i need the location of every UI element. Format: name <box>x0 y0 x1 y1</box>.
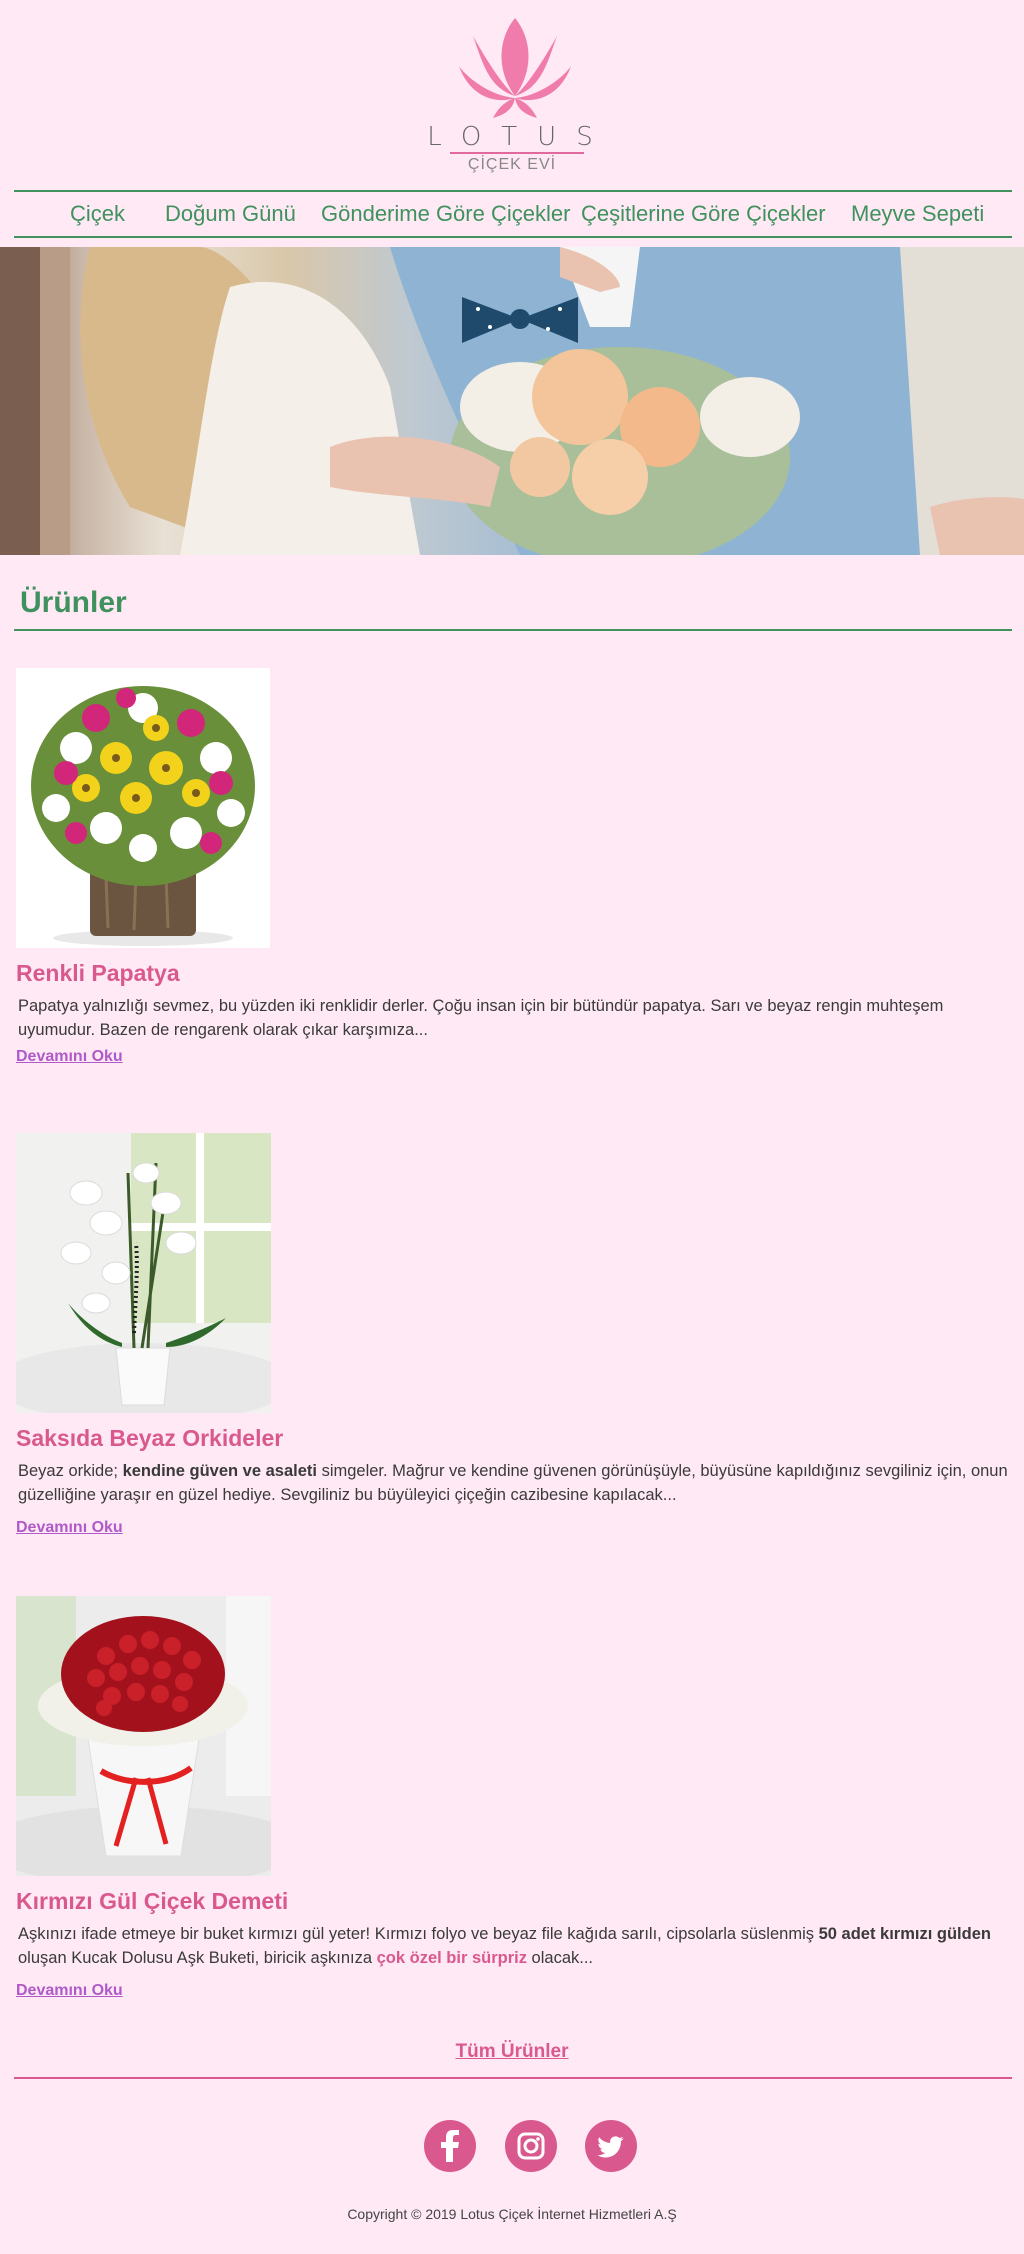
product-title[interactable]: Saksıda Beyaz Orkideler <box>16 1425 283 1452</box>
nav-item-gonderime-gore[interactable]: Gönderime Göre Çiçekler <box>321 201 570 227</box>
facebook-icon[interactable] <box>424 2120 476 2172</box>
read-more-link[interactable]: Devamını Oku <box>16 1048 123 1066</box>
product-description-bold: 50 adet kırmızı gülden <box>818 1925 991 1943</box>
product-description-text: oluşan Kucak Dolusu Aşk Buketi, biricik … <box>18 1949 377 1967</box>
logo-subtitle: ÇİÇEK EVİ <box>467 156 557 173</box>
product-description-text: Papatya yalnızlığı sevmez, bu yüzden iki… <box>18 997 944 1039</box>
footer-divider <box>14 2077 1012 2079</box>
read-more-link[interactable]: Devamını Oku <box>16 1982 123 2000</box>
hero-banner-image <box>0 247 1024 555</box>
product-description-text: olacak... <box>526 1949 594 1967</box>
nav-item-dogum-gunu[interactable]: Doğum Günü <box>165 201 296 227</box>
nav-item-meyve-sepeti[interactable]: Meyve Sepeti <box>851 201 984 227</box>
product-description: Aşkınızı ifade etmeye bir buket kırmızı … <box>18 1922 1008 1970</box>
nav-item-cesitlerine-gore[interactable]: Çeşitlerine Göre Çiçekler <box>581 201 826 227</box>
section-divider <box>14 629 1012 631</box>
main-nav: Çiçek Doğum Günü Gönderime Göre Çiçekler… <box>14 190 1012 238</box>
product-image-renkli-papatya[interactable] <box>16 668 270 948</box>
product-description-text: Aşkınızı ifade etmeye bir buket kırmızı … <box>18 1925 819 1943</box>
products-section-title: Ürünler <box>20 586 127 619</box>
instagram-icon[interactable] <box>505 2120 557 2172</box>
product-image-kirmizi-gul[interactable] <box>16 1596 271 1876</box>
product-title[interactable]: Kırmızı Gül Çiçek Demeti <box>16 1888 288 1915</box>
footer-copyright: Copyright © 2019 Lotus Çiçek İnternet Hi… <box>347 2206 677 2222</box>
lotus-logo-icon[interactable] <box>445 14 585 122</box>
all-products-link[interactable]: Tüm Ürünler <box>0 2041 1024 2063</box>
product-description: Beyaz orkide; kendine güven ve asaleti s… <box>18 1459 1008 1507</box>
twitter-icon[interactable] <box>585 2120 637 2172</box>
logo-title: LOTUS <box>427 122 613 152</box>
product-description-highlight: çok özel bir sürpriz <box>376 1949 527 1967</box>
product-title[interactable]: Renkli Papatya <box>16 960 180 987</box>
product-image-beyaz-orkide[interactable] <box>16 1133 271 1413</box>
nav-item-cicek[interactable]: Çiçek <box>70 201 125 227</box>
site-header: LOTUS ÇİÇEK EVİ <box>0 0 1024 180</box>
read-more-link[interactable]: Devamını Oku <box>16 1519 123 1537</box>
product-description-bold: kendine güven ve asaleti <box>122 1462 317 1480</box>
product-description: Papatya yalnızlığı sevmez, bu yüzden iki… <box>18 994 1008 1042</box>
product-description-text: Beyaz orkide; <box>18 1462 123 1480</box>
logo-underline <box>450 152 584 154</box>
